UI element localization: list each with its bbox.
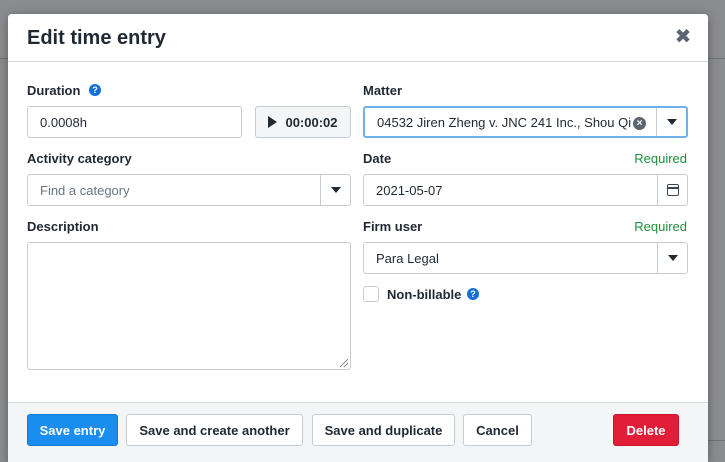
chevron-down-icon — [666, 119, 677, 125]
non-billable-checkbox[interactable] — [363, 286, 379, 302]
save-and-create-another-button[interactable]: Save and create another — [126, 414, 303, 446]
non-billable-label[interactable]: Non-billable — [387, 287, 461, 302]
firm-user-required-indicator: Required — [634, 219, 687, 234]
help-circle-icon[interactable]: ? — [467, 288, 479, 300]
dialog-title: Edit time entry — [27, 27, 166, 49]
dialog-header: Edit time entry ✖ — [8, 14, 708, 62]
calendar-icon — [666, 184, 679, 196]
chevron-down-icon — [330, 187, 341, 193]
calendar-button[interactable] — [657, 175, 687, 205]
resize-handle-icon[interactable] — [340, 359, 348, 367]
matter-dropdown-toggle[interactable] — [656, 108, 686, 136]
chevron-down-icon — [667, 255, 678, 261]
save-entry-button[interactable]: Save entry — [27, 414, 118, 446]
matter-value: 04532 Jiren Zheng v. JNC 241 Inc., Shou … — [377, 114, 632, 130]
date-required-indicator: Required — [634, 151, 687, 166]
save-and-duplicate-button[interactable]: Save and duplicate — [312, 414, 455, 446]
matter-select[interactable]: 04532 Jiren Zheng v. JNC 241 Inc., Shou … — [363, 106, 688, 138]
matter-label: Matter — [363, 83, 403, 98]
dialog-footer: Save entry Save and create another Save … — [8, 402, 708, 462]
description-textarea[interactable] — [27, 242, 351, 370]
activity-category-dropdown-toggle[interactable] — [320, 175, 350, 205]
duration-label: Duration — [27, 83, 81, 98]
delete-button[interactable]: Delete — [613, 414, 679, 446]
date-label: Date — [363, 151, 392, 166]
firm-user-label: Firm user — [363, 219, 423, 234]
edit-time-entry-dialog: Edit time entry ✖ Duration ? 0.0008h 00:… — [8, 14, 708, 462]
clear-circle-icon[interactable]: × — [633, 117, 646, 130]
firm-user-select[interactable]: Para Legal — [363, 242, 688, 274]
activity-category-select[interactable]: Find a category — [27, 174, 351, 206]
date-value: 2021-05-07 — [376, 182, 443, 198]
timer-value: 00:00:02 — [285, 114, 338, 130]
activity-category-placeholder: Find a category — [40, 182, 130, 198]
description-label: Description — [27, 219, 99, 234]
firm-user-dropdown-toggle[interactable] — [657, 243, 687, 273]
activity-category-label: Activity category — [27, 151, 132, 166]
duration-value: 0.0008h — [40, 114, 87, 130]
date-input[interactable]: 2021-05-07 — [363, 174, 688, 206]
play-icon — [268, 116, 278, 128]
duration-input[interactable]: 0.0008h — [27, 106, 242, 138]
cancel-button[interactable]: Cancel — [463, 414, 532, 446]
firm-user-value: Para Legal — [376, 250, 439, 266]
close-icon[interactable]: ✖ — [672, 26, 694, 48]
timer-button[interactable]: 00:00:02 — [255, 106, 351, 138]
help-circle-icon[interactable]: ? — [89, 84, 101, 96]
